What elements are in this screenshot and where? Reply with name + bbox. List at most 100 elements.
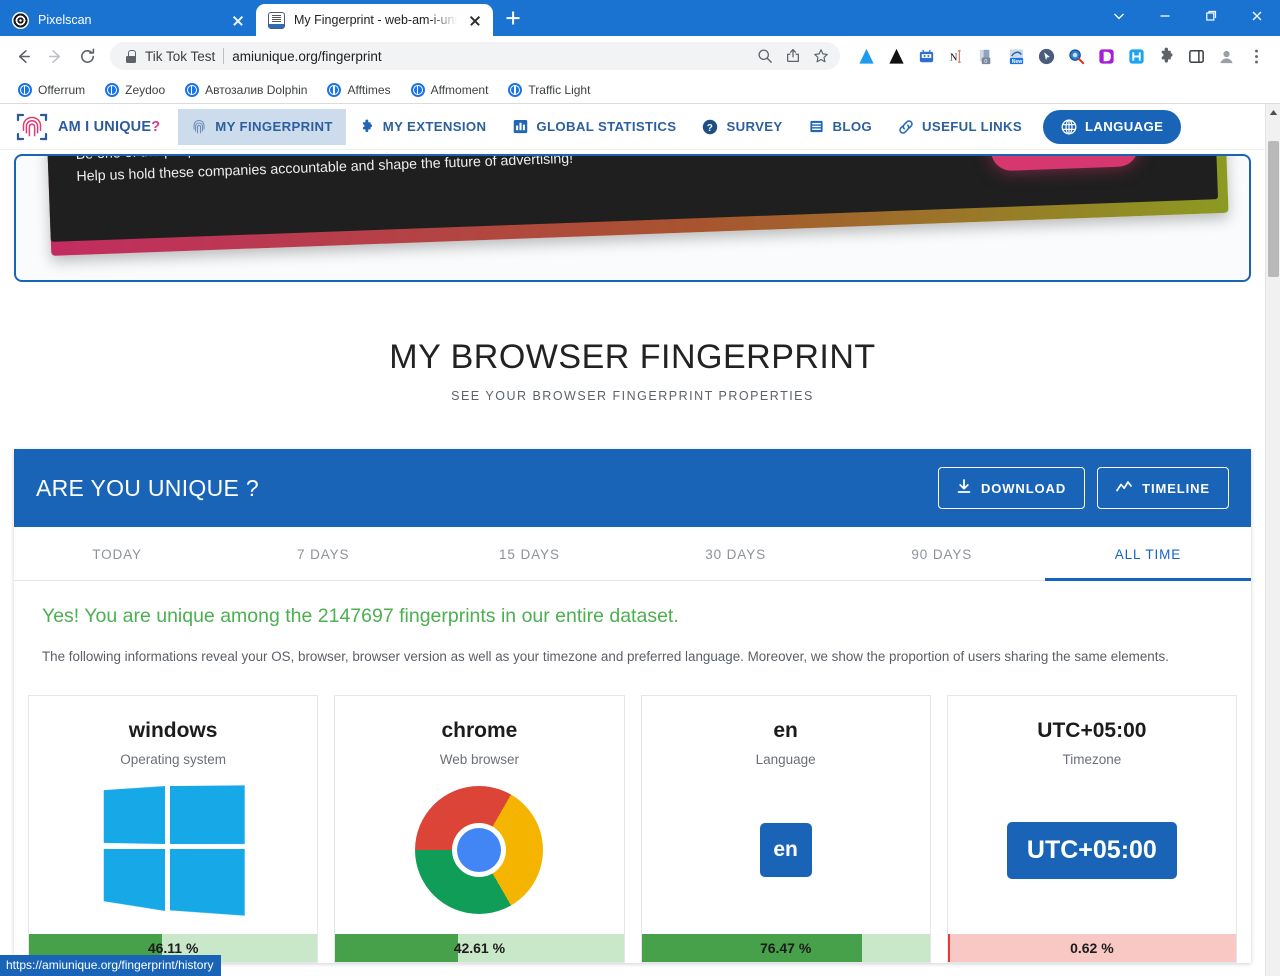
profile-avatar-icon[interactable] xyxy=(1212,42,1240,70)
timeline-chart-icon xyxy=(1116,480,1132,497)
maximize-icon[interactable] xyxy=(1188,0,1234,32)
participate-button[interactable]: PARTICIPATE xyxy=(990,154,1138,171)
tab-title: Pixelscan xyxy=(38,13,221,27)
page-scrollbar[interactable] xyxy=(1265,104,1280,976)
nav-survey[interactable]: ? SURVEY xyxy=(689,109,795,145)
search-icon[interactable] xyxy=(752,43,778,69)
card-value: en xyxy=(642,696,930,743)
tab-15-days[interactable]: 15 DAYS xyxy=(426,527,632,580)
browser-tab-my-fingerprint[interactable]: My Fingerprint - web-am-i-unique xyxy=(256,4,493,36)
svg-text:0: 0 xyxy=(984,58,987,64)
close-icon[interactable] xyxy=(1234,0,1280,32)
tab-title: My Fingerprint - web-am-i-unique xyxy=(294,13,458,27)
tab-strip: Pixelscan My Fingerprint - web-am-i-uniq… xyxy=(0,0,1280,36)
hoxx-icon[interactable] xyxy=(1122,42,1150,70)
bookmark-afftimes[interactable]: Afftimes xyxy=(319,80,398,100)
page-subtitle: SEE YOUR BROWSER FINGERPRINT PROPERTIES xyxy=(0,389,1265,403)
dolphin-icon[interactable] xyxy=(1092,42,1120,70)
notion-icon[interactable]: N xyxy=(942,42,970,70)
progress-label: 42.61 % xyxy=(454,940,505,956)
scroll-up-arrow-icon[interactable] xyxy=(1266,104,1280,121)
bookmark-affmoment[interactable]: Affmoment xyxy=(403,80,497,100)
card-key: Web browser xyxy=(335,743,623,767)
question-circle-icon: ? xyxy=(702,119,718,135)
bookmark-traffic-light[interactable]: Traffic Light xyxy=(500,80,598,100)
banner-surface: Server-Side Fingerprinting Be one of the… xyxy=(46,154,1218,242)
globe-icon xyxy=(411,83,425,97)
cursor-icon[interactable] xyxy=(1032,42,1060,70)
progress-fill xyxy=(642,934,862,962)
uniqueness-message: Yes! You are unique among the 2147697 fi… xyxy=(28,603,1237,628)
property-card-timezone[interactable]: UTC+05:00 Timezone UTC+05:00 0.62 % xyxy=(947,695,1237,963)
panel-actions: DOWNLOAD TIMELINE xyxy=(938,467,1229,509)
nav-useful-links[interactable]: USEFUL LINKS xyxy=(885,109,1035,145)
nav-label: USEFUL LINKS xyxy=(922,119,1022,134)
tab-30-days[interactable]: 30 DAYS xyxy=(633,527,839,580)
new-tab-button[interactable] xyxy=(499,4,527,32)
brand-text-accent: ? xyxy=(151,119,160,135)
download-button[interactable]: DOWNLOAD xyxy=(938,467,1085,509)
close-icon[interactable] xyxy=(467,12,483,28)
tab-today[interactable]: TODAY xyxy=(14,527,220,580)
page-content: AM I UNIQUE? MY FINGERPRINT MY EXTENSION xyxy=(0,104,1265,976)
panel-header: ARE YOU UNIQUE ? DOWNLOAD TIMELINE xyxy=(14,449,1251,527)
research-banner[interactable]: Server-Side Fingerprinting Be one of the… xyxy=(14,154,1251,282)
browser-tab-pixelscan[interactable]: Pixelscan xyxy=(0,4,256,36)
nav-label: BLOG xyxy=(833,119,873,134)
tab-counter-icon[interactable]: 0 xyxy=(972,42,1000,70)
nav-my-fingerprint[interactable]: MY FINGERPRINT xyxy=(178,109,346,145)
back-arrow-icon[interactable] xyxy=(8,41,38,71)
page-title: MY BROWSER FINGERPRINT xyxy=(0,338,1265,377)
new-badge-icon[interactable]: New xyxy=(1002,42,1030,70)
close-icon[interactable] xyxy=(230,12,246,28)
inspector-icon[interactable] xyxy=(1062,42,1090,70)
sidepanel-icon[interactable] xyxy=(1182,42,1210,70)
puzzle-extensions-icon[interactable] xyxy=(1152,42,1180,70)
reload-icon[interactable] xyxy=(72,41,102,71)
url-text[interactable]: amiunique.org/fingerprint xyxy=(232,49,744,64)
svg-text:N: N xyxy=(949,52,957,63)
site-logo[interactable]: AM I UNIQUE? xyxy=(14,110,160,144)
nav-my-extension[interactable]: MY EXTENSION xyxy=(346,109,500,145)
card-value: windows xyxy=(29,696,317,743)
nav-global-statistics[interactable]: GLOBAL STATISTICS xyxy=(499,109,689,145)
fingerprint-property-cards: windows Operating system 46.11 % chrome … xyxy=(28,667,1237,963)
chrome-menu-icon[interactable] xyxy=(1242,42,1270,70)
minimize-icon[interactable] xyxy=(1142,0,1188,32)
chevron-down-icon[interactable] xyxy=(1096,0,1142,32)
scrollbar-thumb[interactable] xyxy=(1268,141,1279,277)
pixelscan-icon xyxy=(12,12,29,29)
property-card-web-browser[interactable]: chrome Web browser 42.61 % xyxy=(334,695,624,963)
timezone-badge: UTC+05:00 xyxy=(1007,822,1177,879)
bookmark-zeydoo[interactable]: Zeydoo xyxy=(97,80,173,100)
puzzle-icon xyxy=(359,119,375,135)
language-button[interactable]: LANGUAGE xyxy=(1043,110,1181,144)
tab-7-days[interactable]: 7 DAYS xyxy=(220,527,426,580)
panel-body: Yes! You are unique among the 2147697 fi… xyxy=(14,581,1251,963)
share-icon[interactable] xyxy=(780,43,806,69)
amiunique-icon xyxy=(268,12,285,29)
card-key: Operating system xyxy=(29,743,317,767)
forward-arrow-icon[interactable] xyxy=(40,41,70,71)
bookmark-offerrum[interactable]: Offerrum xyxy=(10,80,93,100)
timeline-button[interactable]: TIMELINE xyxy=(1097,467,1229,509)
tab-90-days[interactable]: 90 DAYS xyxy=(839,527,1045,580)
vector-a-icon[interactable] xyxy=(882,42,910,70)
nav-blog[interactable]: BLOG xyxy=(796,109,886,145)
bookmarks-bar: Offerrum Zeydoo Автозалив Dolphin Afftim… xyxy=(0,76,1280,104)
tab-all-time[interactable]: ALL TIME xyxy=(1045,527,1251,580)
book-icon xyxy=(809,119,825,135)
adguard-icon[interactable] xyxy=(852,42,880,70)
address-bar[interactable]: Tik Tok Test amiunique.org/fingerprint xyxy=(110,42,840,70)
browser-toolbar: Tik Tok Test amiunique.org/fingerprint N… xyxy=(0,36,1280,76)
share-progress-bar: 0.62 % xyxy=(948,934,1236,962)
bookmark-avtozaliv-dolphin[interactable]: Автозалив Dolphin xyxy=(177,80,315,100)
lock-icon xyxy=(124,50,137,63)
panel-title: ARE YOU UNIQUE ? xyxy=(36,475,259,502)
card-value: chrome xyxy=(335,696,623,743)
property-card-operating-system[interactable]: windows Operating system 46.11 % xyxy=(28,695,318,963)
globe-icon xyxy=(185,83,199,97)
cookie-robot-icon[interactable] xyxy=(912,42,940,70)
property-card-language[interactable]: en Language en 76.47 % xyxy=(641,695,931,963)
bookmark-star-icon[interactable] xyxy=(808,43,834,69)
